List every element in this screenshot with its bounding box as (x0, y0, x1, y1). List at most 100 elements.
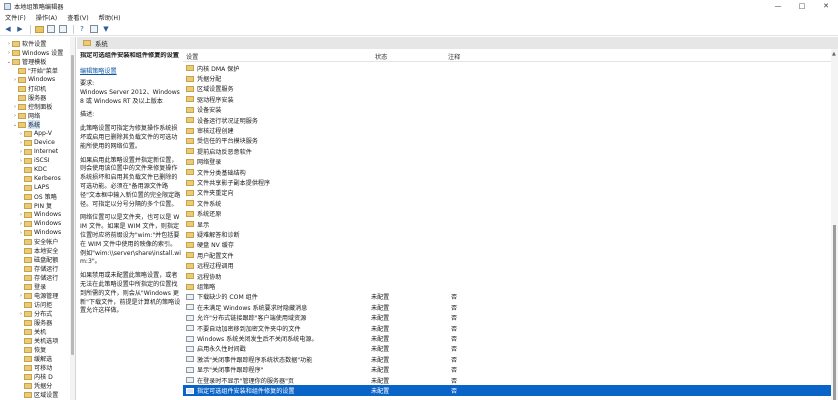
list-folder-row[interactable]: 用户配置文件 (183, 250, 831, 260)
list-folder-row[interactable]: 设备安装 (183, 105, 831, 115)
list-folder-row[interactable]: 设备运行状况证明服务 (183, 115, 831, 125)
tree-item[interactable]: 关机选项 (18, 336, 58, 345)
tree-item[interactable]: 区域设置 (18, 390, 58, 399)
list-folder-row[interactable]: 区域设置服务 (183, 84, 831, 94)
list-scrollbar[interactable]: ▲ (831, 49, 838, 400)
column-header-note[interactable]: 注释 (448, 52, 460, 61)
tree-item[interactable]: 内核 D (18, 372, 53, 381)
tree-item[interactable]: 安全帐户 (18, 237, 58, 246)
tree-item[interactable]: 打印机 (12, 84, 46, 93)
list-folder-row[interactable]: 审核过程创建 (183, 125, 831, 135)
list-folder-row[interactable]: 显示 (183, 219, 831, 229)
tree-item[interactable]: › 控制面板 (12, 102, 52, 111)
tree-item[interactable]: › Internet (18, 147, 58, 156)
tree-item[interactable]: › Windows (18, 210, 61, 219)
tree-item[interactable]: › App-V (18, 129, 52, 138)
forward-arrow-icon[interactable]: ▶ (15, 24, 25, 34)
minimize-button[interactable]: — (766, 0, 790, 12)
close-button[interactable]: ✕ (814, 0, 838, 12)
tree-item[interactable]: "开始"菜单 (12, 66, 58, 75)
list-folder-row[interactable]: 文件系统 (183, 198, 831, 208)
tree-item[interactable]: › iSCSI (18, 156, 49, 165)
tree-item[interactable]: 访问拒 (18, 300, 52, 309)
tree-item-label: Windows 设置 (22, 50, 64, 57)
description-label: 描述: (80, 111, 95, 119)
list-setting-row[interactable]: 激活"关闭事件跟踪程序系统状态数据"功能 未配置 否 (183, 354, 831, 364)
menu-action[interactable]: 操作(A) (31, 13, 62, 22)
menu-file[interactable]: 文件(F) (0, 13, 31, 22)
tree-item[interactable]: › Device (18, 138, 55, 147)
tree-scrollbar[interactable] (70, 37, 75, 400)
show-hide-tree-icon[interactable] (46, 24, 56, 34)
list-setting-row[interactable]: Windows 系统关闭发生后不关闭系统电源。 未配置 否 (183, 333, 831, 343)
column-header-setting[interactable]: 设置 (186, 52, 198, 61)
list-folder-row[interactable]: 网络登录 (183, 157, 831, 167)
tree-item[interactable]: 存储运行 (18, 273, 58, 282)
navigation-tree[interactable]: › 软件设置 › Windows 设置 ⌄ 管理模板 "开始"菜单 › Windows 打印机 服务… (0, 37, 76, 400)
export-icon[interactable] (58, 24, 68, 34)
tree-item[interactable]: › 电源管理 (18, 291, 58, 300)
tree-item[interactable]: ⌄ 管理模板 (6, 57, 46, 66)
list-setting-row[interactable]: 允许"分布式链接跟踪"客户端使用域资源 未配置 否 (183, 313, 831, 323)
menu-help[interactable]: 帮助(H) (94, 13, 126, 22)
list-setting-row[interactable]: 指定可选组件安装和组件修复的设置 未配置 否 (183, 385, 831, 396)
tree-item[interactable]: 磁盘配额 (18, 255, 58, 264)
tree-item[interactable]: › 软件设置 (6, 39, 46, 48)
tree-item[interactable]: ⌄ 系统 (12, 120, 41, 129)
list-setting-row[interactable]: 下载缺少的 COM 组件 未配置 否 (183, 292, 831, 302)
list-folder-row[interactable]: 系统还原 (183, 209, 831, 219)
tree-item[interactable]: 登录 (18, 282, 46, 291)
tree-item[interactable]: OS 策略 (18, 192, 57, 201)
tree-item[interactable]: PIN 复 (18, 201, 52, 210)
list-folder-row[interactable]: 文件分类基础结构 (183, 167, 831, 177)
tree-item[interactable]: 可移动 (18, 363, 52, 372)
tree-item[interactable]: › Windows 设置 (6, 48, 63, 57)
list-setting-row[interactable]: 不要自动加密移到加密文件夹中的文件 未配置 否 (183, 323, 831, 333)
list-folder-row[interactable]: 文件共享影子副本提供程序 (183, 177, 831, 187)
list-folder-row[interactable]: 疑难解答和诊断 (183, 229, 831, 239)
list-setting-row[interactable]: 在未满足 Windows 系统要求时隐藏消息 未配置 否 (183, 302, 831, 312)
list-setting-row[interactable]: 显示"关闭事件跟踪程序" 未配置 否 (183, 365, 831, 375)
tree-item[interactable]: › Windows (12, 75, 55, 84)
edit-policy-link[interactable]: 编辑策略设置 (80, 66, 181, 75)
tree-item[interactable]: KDC (18, 165, 47, 174)
list-folder-row[interactable]: 硬盘 NV 缓存 (183, 240, 831, 250)
back-arrow-icon[interactable]: ◀ (3, 24, 13, 34)
help-icon[interactable]: ? (77, 24, 87, 34)
tree-item[interactable]: 服务器 (12, 93, 46, 102)
list-setting-row[interactable]: 在登录时不显示"管理你的服务器"页 未配置 否 (183, 375, 831, 385)
tree-item[interactable]: 缓解选 (18, 354, 52, 363)
list-folder-row[interactable]: 远程协助 (183, 271, 831, 281)
tree-item[interactable]: 存储运行 (18, 264, 58, 273)
list-folder-row[interactable]: 组策略 (183, 281, 831, 291)
tree-item[interactable]: 服务器 (18, 318, 52, 327)
list-folder-row[interactable]: 提前启动反恶意软件 (183, 146, 831, 156)
list-folder-row[interactable]: 内核 DMA 保护 (183, 63, 831, 73)
scroll-up-icon[interactable]: ▲ (832, 51, 836, 57)
tree-item[interactable]: › 网络 (12, 111, 40, 120)
list-folder-row[interactable]: 驱动程序安装 (183, 94, 831, 104)
folder-up-icon[interactable] (34, 24, 44, 34)
scroll-thumb[interactable] (833, 225, 836, 400)
tree-item[interactable]: 凭据分 (18, 381, 52, 390)
properties-icon[interactable] (89, 24, 99, 34)
column-header-state[interactable]: 状态 (375, 52, 387, 61)
list-setting-row[interactable]: 启用永久性时间戳 未配置 否 (183, 344, 831, 354)
tree-item[interactable]: 恢复 (18, 345, 46, 354)
tree-item[interactable]: › Windows (18, 228, 61, 237)
list-folder-row[interactable]: 凭据分配 (183, 73, 831, 83)
tree-item[interactable]: Kerberos (18, 174, 61, 183)
list-folder-row[interactable]: 受信任的平台模块服务 (183, 136, 831, 146)
menu-view[interactable]: 查看(V) (62, 13, 93, 22)
tree-item[interactable]: › 分布式 (18, 309, 52, 318)
tree-item[interactable]: 关机 (18, 327, 46, 336)
list-folder-row[interactable]: 文件夹重定向 (183, 188, 831, 198)
filter-icon[interactable]: ▼ (101, 24, 111, 34)
list-folder-row[interactable]: 远程过程调用 (183, 261, 831, 271)
settings-list: 设置 状态 注释 内核 DMA 保护 凭据分配 区域设置服务 驱动程序安装 设备安装 设备… (183, 49, 831, 400)
tree-item[interactable]: 本地安全 (18, 246, 58, 255)
tree-item[interactable]: › Windows (18, 219, 61, 228)
maximize-button[interactable]: □ (790, 0, 814, 12)
tree-item[interactable]: LAPS (18, 183, 49, 192)
folder-icon (83, 40, 91, 46)
